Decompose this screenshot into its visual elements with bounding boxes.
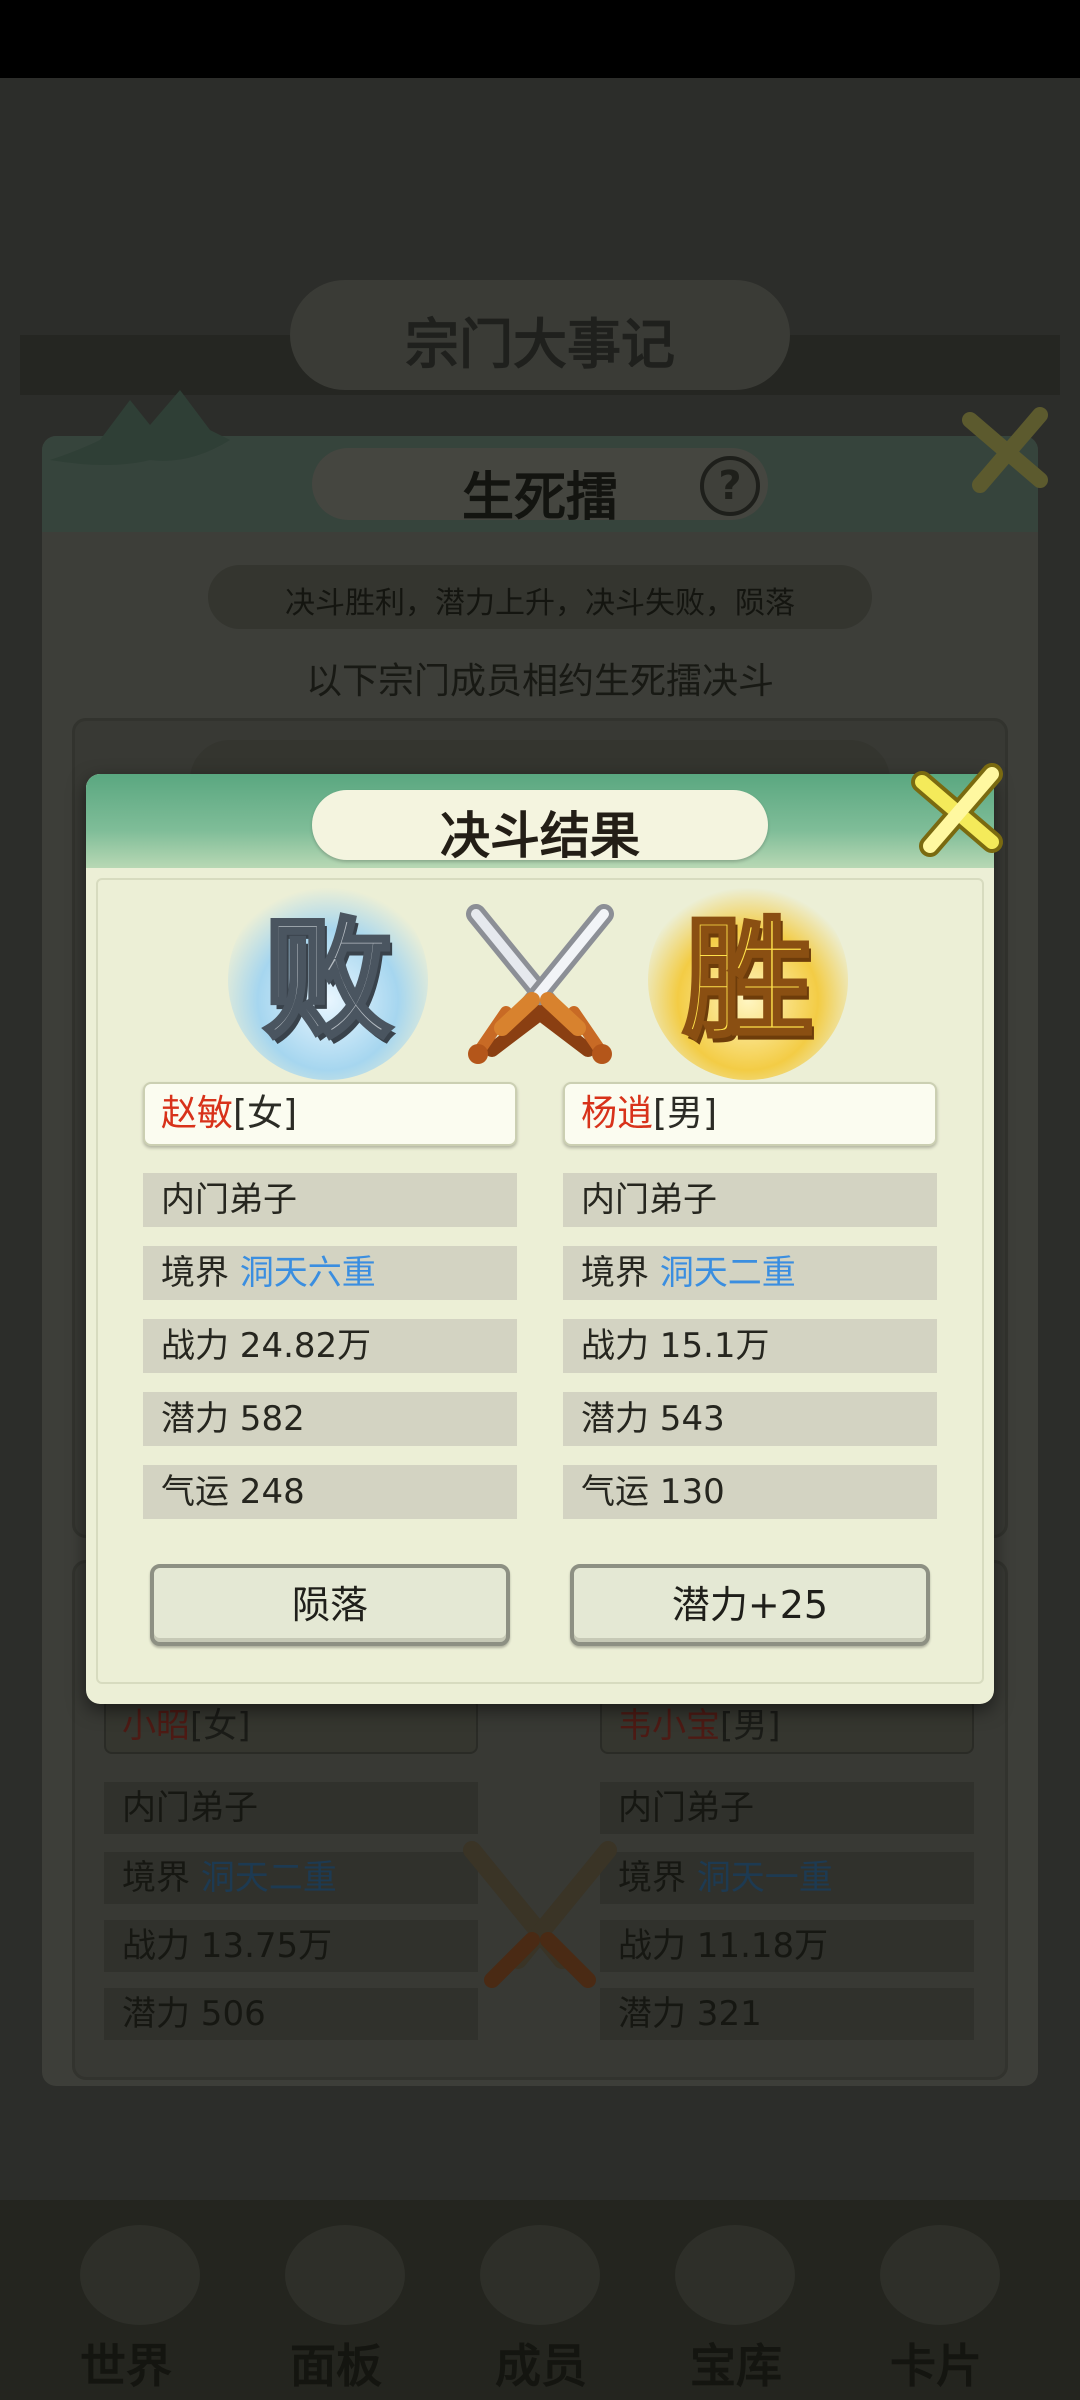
winner-potential: 潜力 543 [563,1392,937,1446]
winner-gender: [男] [653,1093,718,1134]
arena-subtitle: 以下宗门成员相约生死擂决斗 [305,661,774,702]
fighter-rank: 内门弟子 [104,1782,478,1834]
fighter-name: 小昭 [122,1706,190,1746]
realm-label: 境界 [161,1253,229,1293]
loser-name: 赵敏 [161,1093,234,1134]
fighter-name-box: 韦小宝[男] [600,1698,974,1754]
arena-title: 生死擂 [461,467,618,528]
nav-cards[interactable]: 卡片 [890,2330,982,2396]
loser-potential: 潜力 582 [143,1392,517,1446]
loser-luck: 气运 248 [143,1465,517,1519]
winner-name-box: 杨逍[男] [563,1082,937,1146]
rule-text: 决斗胜利，潜力上升，决斗失败，陨落 [285,586,795,621]
loser-rank: 内门弟子 [143,1173,517,1227]
nav-world[interactable]: 世界 [80,2330,172,2396]
fighter-power: 战力 13.75万 [104,1920,478,1972]
cards-icon [880,2225,1000,2325]
dialog-title: 决斗结果 [440,806,640,865]
nav-treasury[interactable]: 宝库 [690,2330,782,2396]
realm-value: 洞天二重 [200,1858,337,1898]
realm-value: 洞天一重 [696,1858,833,1898]
panel-icon [285,2225,405,2325]
loser-result-button[interactable]: 陨落 [150,1564,510,1646]
fighter-gender: [女] [190,1706,251,1746]
fighter-power: 战力 11.18万 [600,1920,974,1972]
loser-name-box: 赵敏[女] [143,1082,517,1146]
realm-label: 境界 [581,1253,649,1293]
treasury-icon [675,2225,795,2325]
winner-luck: 气运 130 [563,1465,937,1519]
winner-result-button[interactable]: 潜力+25 [570,1564,930,1646]
crossed-swords-icon [466,904,614,1064]
loser-realm: 洞天六重 [239,1253,376,1293]
realm-label: 境界 [122,1858,190,1898]
winner-realm: 洞天二重 [659,1253,796,1293]
loser-realm-row: 境界 洞天六重 [143,1246,517,1300]
close-icon[interactable] [900,760,1010,860]
winner-rank: 内门弟子 [563,1173,937,1227]
winner-name: 杨逍 [581,1093,654,1134]
world-icon [80,2225,200,2325]
fighter-name-box: 小昭[女] [104,1698,478,1754]
members-icon [480,2225,600,2325]
fighter-gender: [男] [720,1706,781,1746]
fighter-realm-row: 境界 洞天一重 [600,1852,974,1904]
defeat-label: 败 [261,903,395,1056]
page-title: 宗门大事记 [405,312,675,376]
fighter-rank: 内门弟子 [600,1782,974,1834]
loser-gender: [女] [233,1093,298,1134]
nav-members[interactable]: 成员 [495,2330,587,2396]
winner-realm-row: 境界 洞天二重 [563,1246,937,1300]
fighter-potential: 潜力 506 [104,1988,478,2040]
fighter-name: 韦小宝 [618,1706,720,1746]
help-icon[interactable]: ? [700,456,760,516]
fighter-potential: 潜力 321 [600,1988,974,2040]
fighter-realm-row: 境界 洞天二重 [104,1852,478,1904]
crossed-swords-icon [463,1841,617,1988]
victory-label: 胜 [681,903,815,1056]
loser-power: 战力 24.82万 [143,1319,517,1373]
realm-label: 境界 [618,1858,686,1898]
close-icon[interactable] [950,400,1060,500]
nav-panel[interactable]: 面板 [290,2330,382,2396]
status-bar [0,0,1080,78]
mountain-cloud-icon [50,390,230,465]
winner-power: 战力 15.1万 [563,1319,937,1373]
